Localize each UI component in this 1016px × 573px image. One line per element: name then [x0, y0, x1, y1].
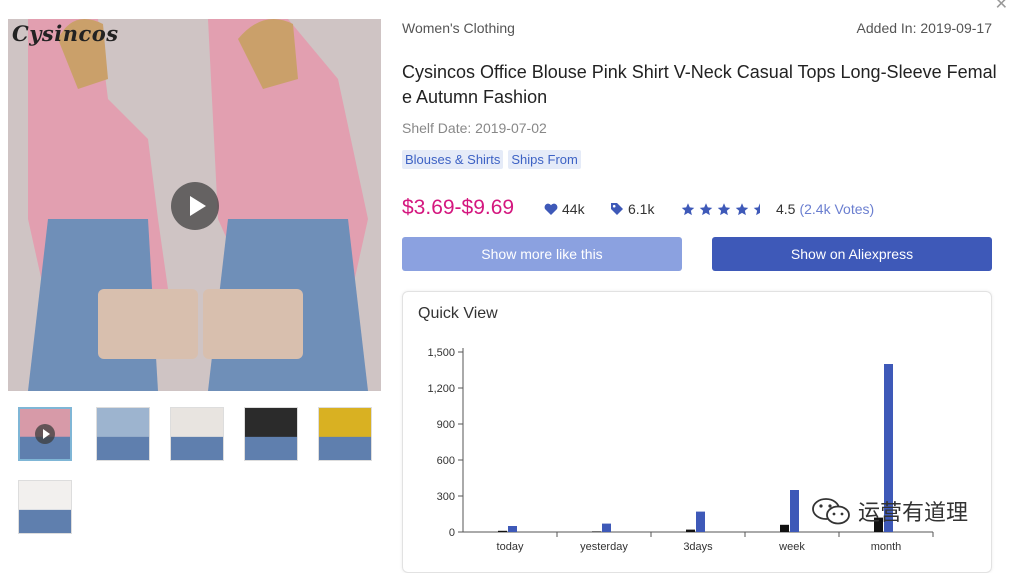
bar-today-series-1: [498, 530, 507, 532]
bar-yesterday-series-2: [602, 523, 611, 532]
star-full-icon: [735, 202, 749, 215]
star-full-icon: [699, 202, 713, 215]
star-full-icon: [681, 202, 695, 215]
heart-icon: [544, 203, 558, 215]
y-tick-label: 1,500: [427, 347, 455, 359]
tag-list: Blouses & Shirts Ships From: [402, 150, 581, 169]
y-tick-label: 300: [437, 491, 455, 503]
watermark: 运营有道理: [810, 495, 968, 527]
play-video-icon[interactable]: [171, 182, 219, 230]
likes-count: 44k: [562, 201, 585, 217]
x-tick-label: month: [871, 541, 902, 553]
quick-view-panel: Quick View 0 300 600 900 1,200 1,500 today yest…: [402, 291, 992, 573]
added-date: Added In: 2019-09-17: [856, 20, 992, 36]
thumbnail-4[interactable]: [244, 407, 298, 461]
y-tick-label: 600: [437, 455, 455, 467]
thumbnail-3[interactable]: [170, 407, 224, 461]
product-title: Cysincos Office Blouse Pink Shirt V-Neck…: [402, 62, 997, 107]
main-product-image[interactable]: Cysincos: [8, 19, 381, 391]
wechat-icon: [812, 498, 850, 525]
watermark-text: 运营有道理: [858, 500, 969, 525]
tag-ships-from[interactable]: Ships From: [508, 150, 581, 169]
thumbnail-1[interactable]: [18, 407, 72, 461]
bar-week-series-2: [790, 490, 799, 532]
bar-today-series-2: [508, 526, 517, 532]
rating-value: 4.5: [776, 201, 796, 217]
vote-count: (2.4k Votes): [799, 201, 875, 217]
orders-count: 6.1k: [628, 201, 655, 217]
quick-view-chart: 0 300 600 900 1,200 1,500 today yesterday 3days w…: [427, 347, 934, 553]
tag-icon: [611, 203, 623, 215]
orders-stat: 6.1k: [610, 201, 654, 217]
y-tick-label: 900: [437, 419, 455, 431]
bar-yesterday-series-1: [592, 531, 601, 532]
tag-category[interactable]: Blouses & Shirts: [402, 150, 504, 169]
bar-3days-series-2: [696, 511, 705, 532]
shelf-date: Shelf Date: 2019-07-02: [402, 120, 547, 136]
bar-3days-series-1: [686, 529, 695, 532]
bar-week-series-1: [780, 524, 789, 532]
play-icon: [35, 424, 55, 444]
price-range: $3.69-$9.69: [402, 196, 515, 219]
thumbnail-2[interactable]: [96, 407, 150, 461]
x-tick-label: yesterday: [580, 541, 628, 553]
close-icon[interactable]: ✕: [995, 0, 1008, 14]
y-tick-label: 0: [449, 527, 455, 539]
thumbnail-6[interactable]: [18, 480, 72, 534]
x-tick-label: week: [778, 541, 805, 553]
y-tick-label: 1,200: [427, 383, 455, 395]
rating: 4.5 (2.4k Votes): [680, 201, 874, 217]
star-half-icon: [753, 202, 760, 215]
star-rating-icons: [680, 202, 768, 217]
category-label: Women's Clothing: [402, 20, 515, 36]
thumbnail-5[interactable]: [318, 407, 372, 461]
show-more-like-this-button[interactable]: Show more like this: [402, 237, 682, 271]
x-tick-label: 3days: [683, 541, 713, 553]
likes-stat: 44k: [544, 201, 585, 217]
star-full-icon: [717, 202, 731, 215]
show-on-aliexpress-button[interactable]: Show on Aliexpress: [712, 237, 992, 271]
x-tick-label: today: [497, 541, 524, 553]
brand-watermark: Cysincos: [12, 21, 119, 46]
